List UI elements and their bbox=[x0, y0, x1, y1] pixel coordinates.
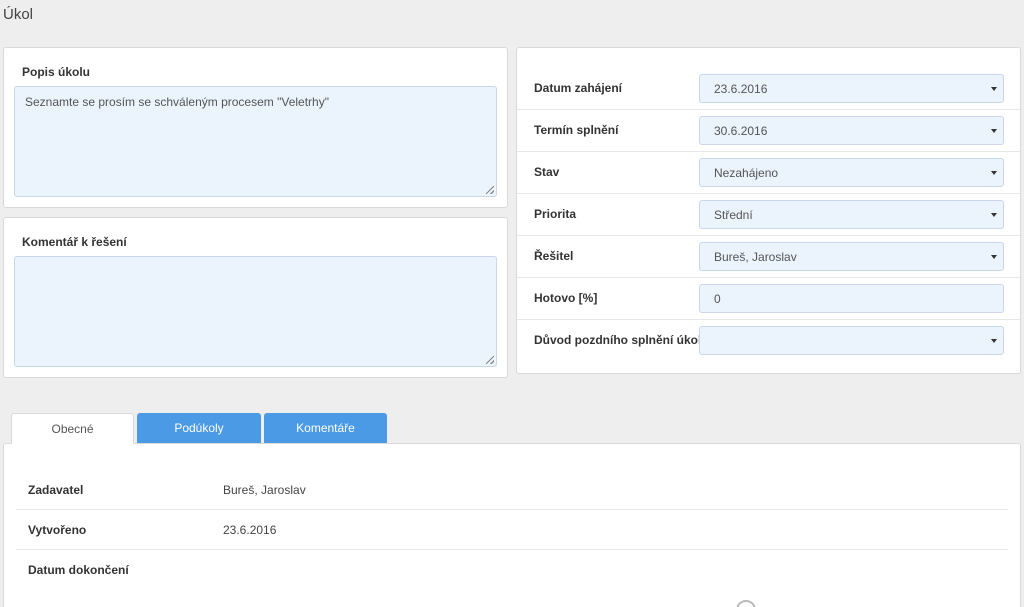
start-date-select[interactable]: 23.6.2016 bbox=[699, 74, 1004, 103]
caret-down-icon bbox=[991, 255, 997, 259]
comment-label: Komentář k řešení bbox=[22, 235, 127, 249]
caret-down-icon bbox=[991, 87, 997, 91]
tab-subtasks[interactable]: Podúkoly bbox=[137, 413, 261, 444]
fields-panel: Datum zahájení 23.6.2016 Termín splnění … bbox=[516, 47, 1022, 374]
field-row-start-date: Datum zahájení 23.6.2016 bbox=[517, 68, 1022, 110]
resize-grip-icon[interactable] bbox=[486, 356, 494, 364]
requester-label: Zadavatel bbox=[28, 483, 84, 497]
field-row-done-percent: Hotovo [%] 0 bbox=[517, 278, 1022, 320]
description-textarea[interactable]: Seznamte se prosím se schváleným procese… bbox=[14, 86, 497, 197]
resize-grip-icon[interactable] bbox=[486, 186, 494, 194]
start-date-label: Datum zahájení bbox=[534, 81, 623, 95]
priority-value: Střední bbox=[714, 208, 753, 222]
tab-comments[interactable]: Komentáře bbox=[264, 413, 387, 444]
caret-down-icon bbox=[991, 171, 997, 175]
created-value: 23.6.2016 bbox=[223, 523, 277, 537]
description-panel: Popis úkolu Seznamte se prosím se schvál… bbox=[3, 47, 508, 208]
assignee-value: Bureš, Jaroslav bbox=[714, 250, 797, 264]
status-select[interactable]: Nezahájeno bbox=[699, 158, 1004, 187]
tab-general[interactable]: Obecné bbox=[11, 413, 134, 444]
info-row-created: Vytvořeno 23.6.2016 bbox=[16, 510, 1008, 550]
field-row-priority: Priorita Střední bbox=[517, 194, 1022, 236]
assignee-select[interactable]: Bureš, Jaroslav bbox=[699, 242, 1004, 271]
comment-textarea[interactable] bbox=[14, 256, 497, 367]
comment-panel: Komentář k řešení bbox=[3, 217, 508, 378]
completed-label: Datum dokončení bbox=[28, 563, 129, 577]
requester-value: Bureš, Jaroslav bbox=[223, 483, 306, 497]
caret-down-icon bbox=[991, 213, 997, 217]
priority-label: Priorita bbox=[534, 207, 577, 221]
field-row-status: Stav Nezahájeno bbox=[517, 152, 1022, 194]
created-label: Vytvořeno bbox=[28, 523, 87, 537]
done-percent-label: Hotovo [%] bbox=[534, 291, 598, 305]
description-label: Popis úkolu bbox=[22, 65, 91, 79]
info-row-completed: Datum dokončení bbox=[16, 550, 1008, 590]
assignee-label: Řešitel bbox=[534, 249, 574, 263]
caret-down-icon bbox=[991, 129, 997, 133]
priority-select[interactable]: Střední bbox=[699, 200, 1004, 229]
caret-down-icon bbox=[991, 339, 997, 343]
done-percent-input[interactable]: 0 bbox=[699, 284, 1004, 313]
done-percent-value: 0 bbox=[714, 292, 721, 306]
field-row-due-date: Termín splnění 30.6.2016 bbox=[517, 110, 1022, 152]
start-date-value: 23.6.2016 bbox=[714, 82, 768, 96]
late-reason-select[interactable] bbox=[699, 326, 1004, 355]
page-title: Úkol bbox=[3, 6, 34, 23]
due-date-select[interactable]: 30.6.2016 bbox=[699, 116, 1004, 145]
due-date-label: Termín splnění bbox=[534, 123, 619, 137]
status-value: Nezahájeno bbox=[714, 166, 779, 180]
general-tab-content: Zadavatel Bureš, Jaroslav Vytvořeno 23.6… bbox=[3, 443, 1021, 607]
description-text: Seznamte se prosím se schváleným procese… bbox=[25, 95, 329, 109]
due-date-value: 30.6.2016 bbox=[714, 124, 768, 138]
field-row-late-reason: Důvod pozdního splnění úkolu bbox=[517, 320, 1022, 362]
status-label: Stav bbox=[534, 165, 560, 179]
field-row-assignee: Řešitel Bureš, Jaroslav bbox=[517, 236, 1022, 278]
late-reason-label: Důvod pozdního splnění úkolu bbox=[534, 333, 709, 347]
info-row-requester: Zadavatel Bureš, Jaroslav bbox=[16, 470, 1008, 510]
